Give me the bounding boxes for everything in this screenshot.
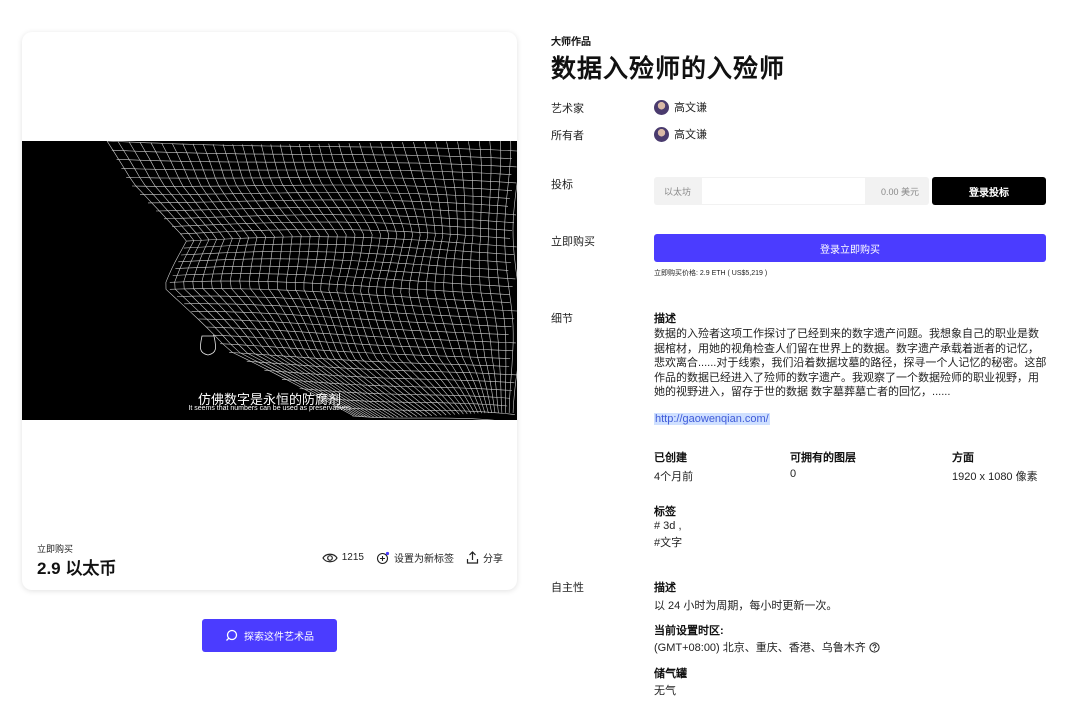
buy-now-price-note: 立即购买价格: 2.9 ETH ( US$5,219 ): [654, 270, 768, 277]
autonomy-label: 自主性: [551, 582, 584, 594]
tag-link[interactable]: #文字: [654, 534, 682, 550]
set-new-tab-button[interactable]: 设置为新标签: [376, 550, 454, 565]
owner-link[interactable]: 高文谦: [654, 126, 707, 142]
aspect-info: 方面 1920 x 1080 像素: [952, 449, 1038, 484]
share-button[interactable]: 分享: [466, 550, 503, 565]
bid-currency: 以太坊: [664, 187, 692, 197]
avatar: [654, 126, 669, 142]
created-info: 已创建 4个月前: [654, 449, 693, 484]
avatar: [654, 99, 669, 115]
timezone-heading: 当前设置时区:: [654, 625, 724, 637]
chat-search-icon: [226, 629, 238, 641]
gas-tank-value: 无气: [654, 685, 676, 697]
login-buy-now-button[interactable]: 登录立即购买: [654, 234, 1046, 262]
artwork-preview[interactable]: 仿佛数字是永恒的防腐剂 It seems that numbers can be…: [22, 141, 517, 420]
collection-kicker: 大师作品: [551, 37, 591, 48]
aspect-value: 1920 x 1080 像素: [952, 471, 1038, 483]
wireframe-face-art: [106, 141, 517, 420]
explore-artwork-button[interactable]: 探索这件艺术品: [202, 619, 337, 652]
layers-info: 可拥有的图层 0: [790, 449, 856, 480]
description-text: 数据的入殓者这项工作探讨了已经到来的数字遗产问题。我想象自己的职业是数据棺材，用…: [654, 328, 1047, 398]
views-counter: 1215: [322, 552, 364, 564]
eye-icon: [322, 553, 338, 562]
explore-artwork-label: 探索这件艺术品: [244, 632, 314, 643]
set-new-tab-label: 设置为新标签: [394, 554, 454, 565]
bid-amount-input[interactable]: [702, 178, 865, 204]
artist-website-link[interactable]: http://gaowenqian.com/: [654, 413, 770, 425]
autonomy-desc-text: 以 24 小时为周期，每小时更新一次。: [654, 600, 838, 612]
login-bid-button[interactable]: 登录投标: [932, 177, 1046, 205]
layers-label: 可拥有的图层: [790, 452, 856, 464]
artist-link[interactable]: 高文谦: [654, 99, 707, 115]
views-count: 1215: [341, 552, 364, 563]
add-sparkle-icon: [376, 551, 390, 564]
description-heading: 描述: [654, 313, 676, 325]
details-label: 细节: [551, 313, 573, 325]
bid-label: 投标: [551, 179, 573, 191]
artist-label: 艺术家: [551, 103, 584, 115]
bid-input-group: 以太坊 0.00 美元: [654, 177, 929, 205]
created-value: 4个月前: [654, 471, 694, 483]
bid-usd-value: 0.00 美元: [880, 187, 919, 197]
owner-name: 高文谦: [674, 129, 707, 141]
artwork-subtitle-en: It seems that numbers can be used as pre…: [188, 405, 351, 412]
aspect-label: 方面: [952, 452, 974, 464]
artist-name: 高文谦: [674, 102, 707, 114]
help-icon[interactable]: [869, 641, 880, 653]
owner-label: 所有者: [551, 130, 584, 142]
price: 2.9 以太币: [37, 559, 117, 578]
card-actions: 1215 设置为新标签 分享: [314, 550, 503, 565]
tag-link[interactable]: # 3d ,: [654, 520, 682, 532]
share-label: 分享: [483, 554, 503, 565]
buy-now-label: 立即购买: [551, 236, 595, 248]
timezone-value: (GMT+08:00) 北京、重庆、香港、乌鲁木齐: [654, 639, 880, 655]
tags-heading: 标签: [654, 506, 676, 518]
layers-value: 0: [790, 468, 797, 480]
autonomy-desc-heading: 描述: [654, 582, 676, 594]
timezone-text: (GMT+08:00) 北京、重庆、香港、乌鲁木齐: [654, 642, 866, 654]
created-label: 已创建: [654, 452, 687, 464]
page-title: 数据入殓师的入殓师: [551, 55, 786, 83]
gas-tank-heading: 储气罐: [654, 668, 687, 680]
share-icon: [466, 551, 479, 564]
artwork-card: 仿佛数字是永恒的防腐剂 It seems that numbers can be…: [22, 32, 517, 590]
